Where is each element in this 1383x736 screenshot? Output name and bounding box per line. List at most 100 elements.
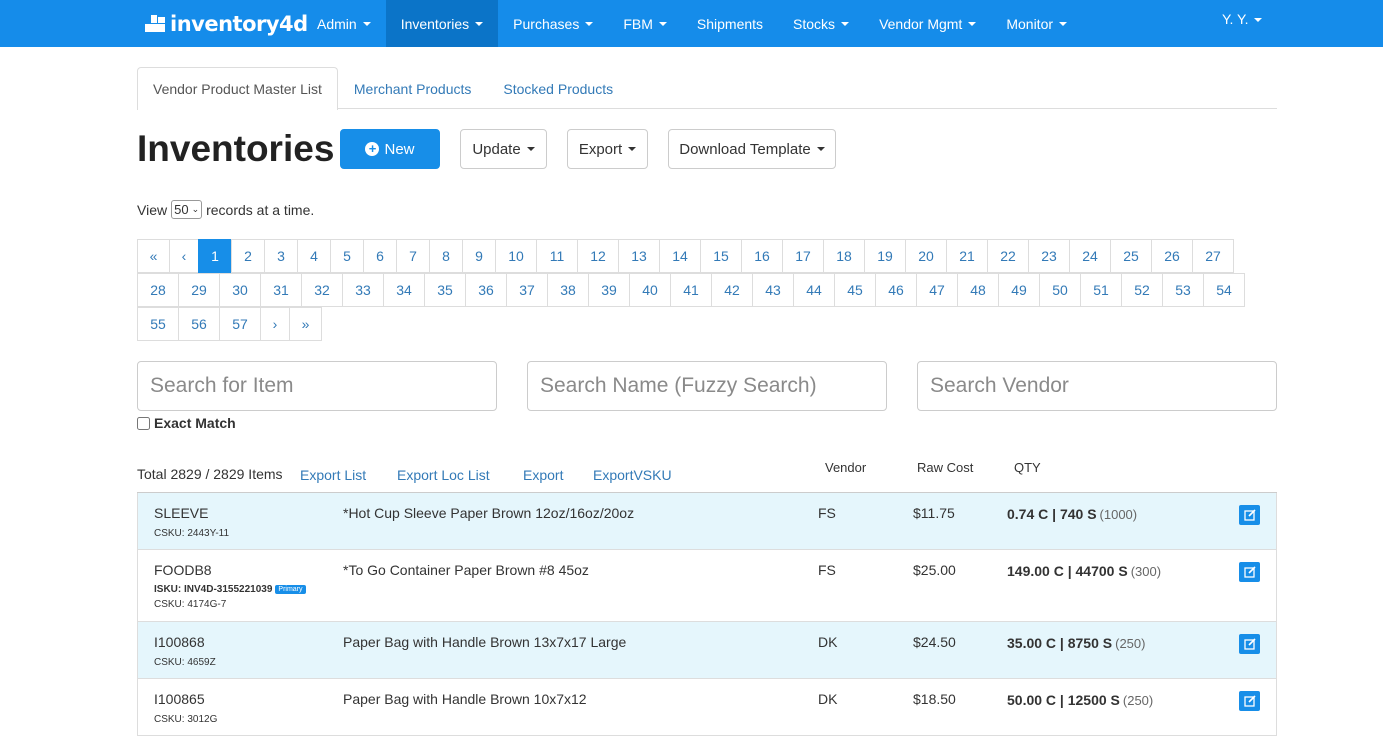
page-link-51[interactable]: 51 <box>1080 273 1122 307</box>
page-link-48[interactable]: 48 <box>957 273 999 307</box>
table-row[interactable]: I100865 CSKU: 3012G Paper Bag with Handle … <box>137 679 1277 736</box>
page-link-53[interactable]: 53 <box>1162 273 1204 307</box>
page-link-22[interactable]: 22 <box>987 239 1029 273</box>
page-link-50[interactable]: 50 <box>1039 273 1081 307</box>
update-dropdown-button[interactable]: Update <box>460 129 547 169</box>
edit-button[interactable] <box>1239 634 1260 654</box>
download-template-button[interactable]: Download Template <box>668 129 836 169</box>
export-dropdown-button[interactable]: Export <box>567 129 648 169</box>
edit-button[interactable] <box>1239 562 1260 582</box>
export-link[interactable]: Export <box>523 467 563 483</box>
nav-item-inventories[interactable]: Inventories <box>385 0 499 47</box>
page-link-57[interactable]: 57 <box>219 307 261 341</box>
page-link-38[interactable]: 38 <box>547 273 589 307</box>
page-link-28[interactable]: 28 <box>137 273 179 307</box>
page-link-8[interactable]: 8 <box>429 239 463 273</box>
page-link-41[interactable]: 41 <box>670 273 712 307</box>
page-link-49[interactable]: 49 <box>998 273 1040 307</box>
page-link-26[interactable]: 26 <box>1151 239 1193 273</box>
page-link-39[interactable]: 39 <box>588 273 630 307</box>
qty-pack-size: (250) <box>1122 693 1154 708</box>
page-link-29[interactable]: 29 <box>178 273 220 307</box>
table-row[interactable]: FOODB8 ISKU: INV4D-3155221039 Primary CSKU:… <box>137 550 1277 622</box>
page-link-55[interactable]: 55 <box>137 307 179 341</box>
edit-button[interactable] <box>1239 505 1260 525</box>
page-last-link[interactable]: » <box>289 307 322 341</box>
exact-match-checkbox[interactable] <box>137 416 150 430</box>
page-link-44[interactable]: 44 <box>793 273 835 307</box>
user-menu[interactable]: Y. Y. <box>1222 11 1263 27</box>
nav-item-monitor[interactable]: Monitor <box>991 0 1082 47</box>
tab-stocked-products[interactable]: Stocked Products <box>487 67 629 109</box>
search-name-input[interactable] <box>527 361 887 411</box>
chevron-down-icon <box>1059 21 1068 26</box>
nav-item-shipments[interactable]: Shipments <box>682 0 778 47</box>
page-link-16[interactable]: 16 <box>741 239 783 273</box>
page-link-31[interactable]: 31 <box>260 273 302 307</box>
page-first-link[interactable]: « <box>137 239 170 273</box>
page-link-24[interactable]: 24 <box>1069 239 1111 273</box>
page-prev-link[interactable]: ‹ <box>169 239 199 273</box>
page-link-20[interactable]: 20 <box>905 239 947 273</box>
brand-logo[interactable]: inventory4d <box>145 11 308 37</box>
page-link-11[interactable]: 11 <box>536 239 578 273</box>
nav-item-stocks[interactable]: Stocks <box>778 0 864 47</box>
edit-button[interactable] <box>1239 691 1260 711</box>
page-link-4[interactable]: 4 <box>297 239 331 273</box>
page-link-43[interactable]: 43 <box>752 273 794 307</box>
nav-item-fbm[interactable]: FBM <box>608 0 682 47</box>
page-link-46[interactable]: 46 <box>875 273 917 307</box>
page-link-18[interactable]: 18 <box>823 239 865 273</box>
page-link-45[interactable]: 45 <box>834 273 876 307</box>
new-button[interactable]: + New <box>340 129 440 169</box>
nav-item-purchases[interactable]: Purchases <box>498 0 608 47</box>
tab-vendor-product-master-list[interactable]: Vendor Product Master List <box>137 67 338 110</box>
page-link-5[interactable]: 5 <box>330 239 364 273</box>
page-link-37[interactable]: 37 <box>506 273 548 307</box>
page-link-32[interactable]: 32 <box>301 273 343 307</box>
page-next-link[interactable]: › <box>260 307 290 341</box>
search-item-input[interactable] <box>137 361 497 411</box>
page-link-34[interactable]: 34 <box>383 273 425 307</box>
page-link-3[interactable]: 3 <box>264 239 298 273</box>
page-link-2[interactable]: 2 <box>231 239 265 273</box>
page-link-10[interactable]: 10 <box>495 239 537 273</box>
table-row[interactable]: SLEEVE CSKU: 2443Y-11 *Hot Cup Sleeve Pape… <box>137 493 1277 550</box>
page-link-15[interactable]: 15 <box>700 239 742 273</box>
page-link-56[interactable]: 56 <box>178 307 220 341</box>
page-link-35[interactable]: 35 <box>424 273 466 307</box>
page-link-23[interactable]: 23 <box>1028 239 1070 273</box>
page-link-21[interactable]: 21 <box>946 239 988 273</box>
export-loc-list-link[interactable]: Export Loc List <box>397 467 490 483</box>
page-link-12[interactable]: 12 <box>577 239 619 273</box>
page-link-52[interactable]: 52 <box>1121 273 1163 307</box>
page-link-7[interactable]: 7 <box>396 239 430 273</box>
page-link-1[interactable]: 1 <box>198 239 232 273</box>
page-link-17[interactable]: 17 <box>782 239 824 273</box>
search-vendor-input[interactable] <box>917 361 1277 411</box>
page-link-25[interactable]: 25 <box>1110 239 1152 273</box>
page-link-14[interactable]: 14 <box>659 239 701 273</box>
records-per-page-select[interactable]: 50 ⌄ <box>171 200 203 219</box>
export-list-link[interactable]: Export List <box>300 467 366 483</box>
page-link-13[interactable]: 13 <box>618 239 660 273</box>
page-link-54[interactable]: 54 <box>1203 273 1245 307</box>
nav-item-vendor-mgmt[interactable]: Vendor Mgmt <box>864 0 991 47</box>
page-link-47[interactable]: 47 <box>916 273 958 307</box>
export-vsku-link[interactable]: ExportVSKU <box>593 467 672 483</box>
page-link-30[interactable]: 30 <box>219 273 261 307</box>
page-link-19[interactable]: 19 <box>864 239 906 273</box>
page-link-6[interactable]: 6 <box>363 239 397 273</box>
tab-merchant-products[interactable]: Merchant Products <box>338 67 488 109</box>
page-link-42[interactable]: 42 <box>711 273 753 307</box>
exact-match-option[interactable]: Exact Match <box>137 415 236 431</box>
page-link-40[interactable]: 40 <box>629 273 671 307</box>
nav-item-admin[interactable]: Admin <box>302 0 386 47</box>
page-link-33[interactable]: 33 <box>342 273 384 307</box>
page-link-27[interactable]: 27 <box>1192 239 1234 273</box>
page-link-9[interactable]: 9 <box>462 239 496 273</box>
item-sku: SLEEVE <box>154 505 209 521</box>
page-link-36[interactable]: 36 <box>465 273 507 307</box>
table-row[interactable]: I100868 CSKU: 4659Z Paper Bag with Handle … <box>137 622 1277 679</box>
qty-column-header: QTY <box>1014 460 1041 475</box>
